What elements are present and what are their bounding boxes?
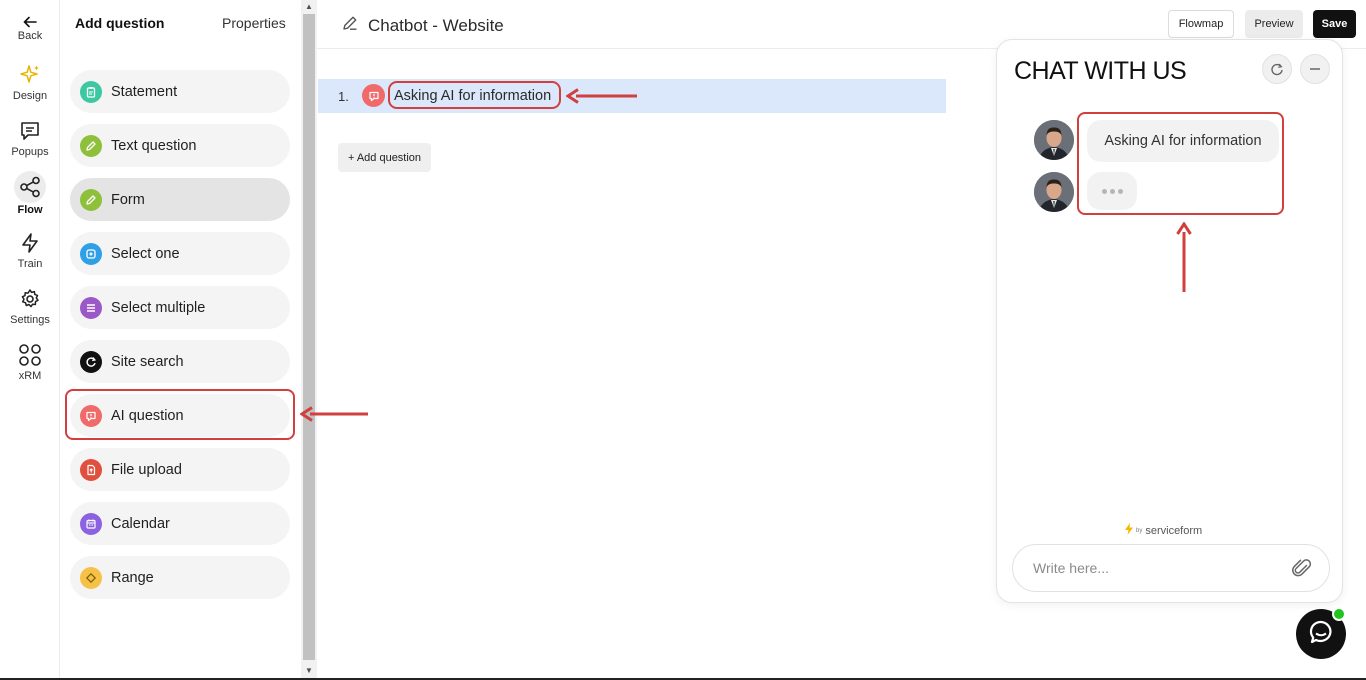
question-type-label: Site search (111, 353, 184, 370)
message-square-icon (16, 117, 44, 145)
question-number: 1. (338, 89, 349, 104)
page-title: Chatbot - Website (368, 15, 504, 35)
rail-label-xrm: xRM (18, 370, 42, 382)
tab-add-question[interactable]: Add question (75, 15, 164, 31)
question-type-file-upload[interactable]: File upload (70, 448, 290, 491)
question-types-panel: Add question Properties Statement Text q… (60, 0, 300, 680)
rail-item-xrm[interactable]: xRM (0, 341, 60, 382)
rail-item-popups[interactable]: Popups (0, 117, 60, 158)
chat-message-input[interactable] (1033, 560, 1273, 576)
question-type-range[interactable]: Range (70, 556, 290, 599)
select-icon (80, 242, 102, 265)
question-type-site-search[interactable]: Site search (70, 340, 290, 383)
rail-label-design: Design (12, 90, 48, 102)
rail-label-settings: Settings (10, 314, 50, 326)
clipboard-icon (80, 80, 102, 103)
question-type-label: Select multiple (111, 299, 206, 316)
bolt-icon (1125, 523, 1133, 538)
back-label: Back (17, 30, 43, 42)
restart-icon[interactable] (1262, 54, 1292, 84)
question-type-label: Statement (111, 83, 178, 100)
list-icon (80, 296, 102, 319)
flowmap-button[interactable]: Flowmap (1168, 10, 1234, 38)
annotation-arrow-left (566, 88, 637, 104)
question-type-label: Form (111, 191, 145, 208)
ai-question-highlight (65, 389, 295, 440)
question-type-label: File upload (111, 461, 182, 478)
chat-title: CHAT WITH US (1014, 57, 1187, 85)
left-rail: Back Design Popups Flow Train Settings x… (0, 0, 60, 680)
add-question-button[interactable]: + Add question (338, 143, 431, 172)
share-nodes-icon (14, 171, 46, 203)
tab-properties[interactable]: Properties (222, 15, 286, 31)
brand-name: serviceform (1145, 524, 1203, 537)
lightning-icon (16, 229, 44, 257)
preview-button[interactable]: Preview (1245, 10, 1303, 38)
scroll-down-icon[interactable]: ▼ (304, 666, 314, 676)
question-type-text-question[interactable]: Text question (70, 124, 290, 167)
question-type-form[interactable]: Form (70, 178, 290, 221)
diamond-icon (80, 566, 102, 589)
agent-avatar (1034, 120, 1074, 160)
rail-item-train[interactable]: Train (0, 229, 60, 270)
question-type-label: Text question (111, 137, 197, 154)
edit-pencil-icon[interactable] (341, 14, 359, 37)
question-type-calendar[interactable]: Calendar (70, 502, 290, 545)
chat-bubble-icon (1308, 619, 1334, 650)
sparkle-icon (16, 61, 44, 89)
agent-avatar (1034, 172, 1074, 212)
app-root: Back Design Popups Flow Train Settings x… (0, 0, 1366, 680)
online-status-dot (1332, 607, 1346, 621)
annotation-arrow-up (1176, 222, 1192, 292)
gear-icon (16, 285, 44, 313)
ai-bubble-icon (362, 84, 385, 107)
grid-icon (16, 341, 44, 369)
annotation-arrow-left (300, 406, 368, 422)
panel-tabs: Add question Properties (60, 0, 300, 48)
pencil-icon (80, 134, 102, 157)
minimize-icon[interactable] (1300, 54, 1330, 84)
question-type-label: Select one (111, 245, 180, 262)
rail-item-flow[interactable]: Flow (0, 171, 60, 216)
chat-messages-highlight (1077, 112, 1284, 215)
scroll-thumb[interactable] (303, 14, 315, 660)
save-button[interactable]: Save (1313, 10, 1356, 38)
pencil-icon (80, 188, 102, 211)
powered-by-label: by (1136, 527, 1143, 534)
rail-item-design[interactable]: Design (0, 61, 60, 102)
question-type-statement[interactable]: Statement (70, 70, 290, 113)
question-type-select-one[interactable]: Select one (70, 232, 290, 275)
question-type-label: Calendar (111, 515, 170, 532)
refresh-icon (80, 350, 102, 373)
powered-by: by serviceform (1125, 523, 1202, 538)
calendar-icon (80, 512, 102, 535)
rail-label-popups: Popups (11, 146, 49, 158)
title-area[interactable]: Chatbot - Website (341, 14, 504, 37)
panel-scrollbar[interactable]: ▲ ▼ (301, 0, 317, 680)
question-type-select-multiple[interactable]: Select multiple (70, 286, 290, 329)
scroll-up-icon[interactable]: ▲ (304, 2, 314, 12)
file-upload-icon (80, 458, 102, 481)
rail-label-flow: Flow (17, 204, 43, 216)
rail-item-settings[interactable]: Settings (0, 285, 60, 326)
chat-input-box[interactable] (1012, 544, 1330, 592)
paperclip-icon[interactable] (1291, 557, 1313, 584)
back-button[interactable]: Back (0, 8, 60, 42)
question-type-label: Range (111, 569, 154, 586)
chat-widget-preview: CHAT WITH US Asking AI for information b… (996, 39, 1343, 603)
question-label-highlight (388, 81, 561, 109)
rail-label-train: Train (17, 258, 43, 270)
